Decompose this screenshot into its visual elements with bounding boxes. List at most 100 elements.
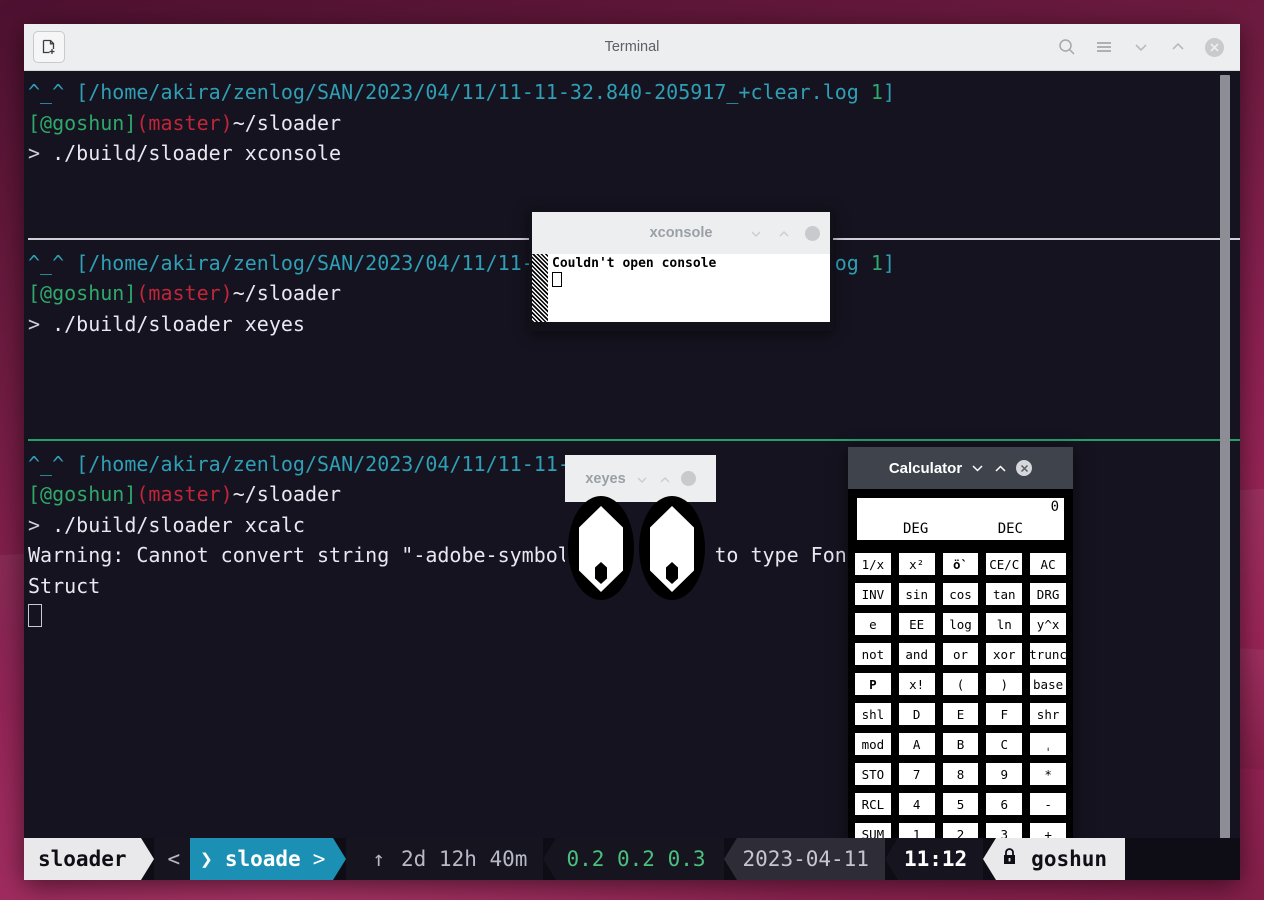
calc-key-x[interactable]: x² bbox=[896, 551, 937, 577]
powerline-arrow bbox=[333, 838, 347, 880]
calc-key-not[interactable]: not bbox=[853, 641, 893, 667]
calc-key-C[interactable]: C bbox=[984, 731, 1025, 757]
calc-key-EE[interactable]: EE bbox=[896, 611, 937, 637]
calc-key-log[interactable]: log bbox=[940, 611, 981, 637]
xconsole-body[interactable]: Couldn't open console bbox=[532, 254, 830, 322]
zenlog-path-line: ^_^ [/home/akira/zenlog/SAN/2023/04/11/1… bbox=[28, 80, 871, 104]
chevron-down-icon[interactable] bbox=[635, 472, 649, 486]
powerline-arrow bbox=[983, 838, 997, 880]
uptime-arrow-icon: ↑ bbox=[372, 847, 385, 871]
xconsole-title-label: xconsole bbox=[649, 225, 713, 241]
terminal-body[interactable]: ^_^ [/home/akira/zenlog/SAN/2023/04/11/1… bbox=[24, 71, 1240, 880]
calc-key-x[interactable]: x! bbox=[896, 671, 937, 697]
chevron-up-icon[interactable] bbox=[993, 461, 1008, 476]
calc-key-A[interactable]: A bbox=[896, 731, 937, 757]
prompt-userhost: [@goshun] bbox=[28, 110, 137, 135]
xeyes-window: xeyes bbox=[565, 455, 716, 600]
calc-key-5[interactable]: 5 bbox=[940, 791, 981, 817]
calc-key-shl[interactable]: shl bbox=[853, 701, 893, 727]
calc-key-base[interactable]: base bbox=[1028, 671, 1068, 697]
calc-key-ln[interactable]: ln bbox=[984, 611, 1025, 637]
time-label: 11:12 bbox=[903, 847, 968, 871]
calc-key-DRG[interactable]: DRG bbox=[1028, 581, 1068, 607]
chevron-up-icon[interactable] bbox=[658, 472, 672, 486]
new-document-icon[interactable] bbox=[33, 31, 65, 63]
output-separator bbox=[28, 438, 1240, 441]
xconsole-scroll-hatch[interactable] bbox=[532, 254, 548, 322]
warning-text-tail: to type Font bbox=[714, 543, 859, 567]
display-angle-mode: DEG bbox=[903, 521, 929, 537]
calc-key-INV[interactable]: INV bbox=[853, 581, 893, 607]
search-icon[interactable] bbox=[1057, 37, 1077, 57]
calc-key-and[interactable]: and bbox=[896, 641, 937, 667]
calc-key-[interactable]: ) bbox=[984, 671, 1025, 697]
calc-key-tan[interactable]: tan bbox=[984, 581, 1025, 607]
status-segment-chevron-left: < bbox=[153, 838, 191, 880]
powerline-arrow bbox=[884, 838, 898, 880]
calc-key-trunc[interactable]: trunc bbox=[1028, 641, 1068, 667]
xeyes-right-eye bbox=[639, 496, 705, 600]
calculator-body: 0 DEG DEC 1/x x² ö` CE/C AC INV sin cos tan DRG e E… bbox=[848, 489, 1073, 880]
calc-key-D[interactable]: D bbox=[896, 701, 937, 727]
calc-key-E[interactable]: E bbox=[940, 701, 981, 727]
calc-key-6[interactable]: 6 bbox=[984, 791, 1025, 817]
close-circle-icon[interactable] bbox=[1016, 460, 1033, 476]
calc-key-P[interactable]: P bbox=[853, 671, 893, 697]
chevron-down-icon[interactable] bbox=[749, 226, 763, 240]
calc-key-F[interactable]: F bbox=[984, 701, 1025, 727]
calculator-window: Calculator 0 DEG DEC 1/x x² ö` CE/C AC INV sin… bbox=[848, 447, 1073, 880]
chevron-down-icon[interactable] bbox=[1131, 37, 1151, 57]
calc-key-[interactable]: ˌ bbox=[1028, 731, 1068, 757]
calc-key-[interactable]: ö` bbox=[940, 551, 981, 577]
command-line: ./build/sloader xcalc bbox=[52, 512, 305, 537]
calc-key-AC[interactable]: AC bbox=[1028, 551, 1068, 577]
terminal-scrollbar[interactable] bbox=[1220, 75, 1230, 865]
calc-key-4[interactable]: 4 bbox=[896, 791, 937, 817]
calc-key-9[interactable]: 9 bbox=[984, 761, 1025, 787]
chevron-down-icon[interactable] bbox=[970, 461, 985, 476]
new-document-glyph bbox=[42, 39, 54, 54]
lock-icon bbox=[1002, 847, 1017, 871]
chevron-up-icon[interactable] bbox=[1168, 37, 1188, 57]
calc-key-7[interactable]: 7 bbox=[896, 761, 937, 787]
calc-key-CEC[interactable]: CE/C bbox=[984, 551, 1025, 577]
loadavg-label: 0.2 0.2 0.3 bbox=[566, 847, 706, 871]
hostname-label: goshun bbox=[1031, 847, 1108, 871]
calc-key-RCL[interactable]: RCL bbox=[853, 791, 893, 817]
prompt-branch: (master) bbox=[136, 110, 233, 135]
calc-key-sin[interactable]: sin bbox=[896, 581, 937, 607]
powerline-arrow bbox=[723, 838, 737, 880]
calc-key-cos[interactable]: cos bbox=[940, 581, 981, 607]
status-segment-branch[interactable]: ❯ sloade > bbox=[190, 838, 334, 880]
calc-key-mod[interactable]: mod bbox=[853, 731, 893, 757]
chevron-up-icon[interactable] bbox=[777, 226, 791, 240]
hamburger-menu-icon[interactable] bbox=[1094, 37, 1114, 57]
close-circle-icon[interactable] bbox=[680, 471, 696, 486]
close-circle-icon[interactable] bbox=[805, 225, 820, 241]
status-segment-hostname: goshun bbox=[996, 838, 1126, 880]
calc-key-STO[interactable]: STO bbox=[853, 761, 893, 787]
status-segment-session[interactable]: sloader bbox=[24, 838, 141, 880]
date-label: 2023-04-11 bbox=[742, 847, 869, 871]
calc-key-[interactable]: * bbox=[1028, 761, 1068, 787]
shell-status-bar: sloader < ❯ sloade > ↑ 2d 12h 40m 0.2 0.… bbox=[24, 838, 1240, 880]
close-circle-icon[interactable] bbox=[1205, 37, 1224, 57]
calc-key-1x[interactable]: 1/x bbox=[853, 551, 893, 577]
xeyes-body[interactable] bbox=[565, 496, 716, 600]
calc-key-[interactable]: ( bbox=[940, 671, 981, 697]
terminal-window: Terminal ^_^ [/home/akira/zenlog/SAN/202… bbox=[24, 24, 1240, 880]
calc-key-8[interactable]: 8 bbox=[940, 761, 981, 787]
calc-key-B[interactable]: B bbox=[940, 731, 981, 757]
powerline-arrow bbox=[543, 838, 557, 880]
calc-key-e[interactable]: e bbox=[853, 611, 893, 637]
xeyes-title-label: xeyes bbox=[585, 470, 626, 487]
calculator-title-label: Calculator bbox=[888, 459, 963, 477]
terminal-cursor bbox=[28, 604, 42, 627]
branch-chevron-icon: ❯ bbox=[200, 847, 213, 871]
calc-key-[interactable]: - bbox=[1028, 791, 1068, 817]
calc-key-shr[interactable]: shr bbox=[1028, 701, 1068, 727]
calc-key-yx[interactable]: y^x bbox=[1028, 611, 1068, 637]
zenlog-index: 1 bbox=[870, 80, 883, 104]
calc-key-xor[interactable]: xor bbox=[984, 641, 1025, 667]
calc-key-or[interactable]: or bbox=[940, 641, 981, 667]
